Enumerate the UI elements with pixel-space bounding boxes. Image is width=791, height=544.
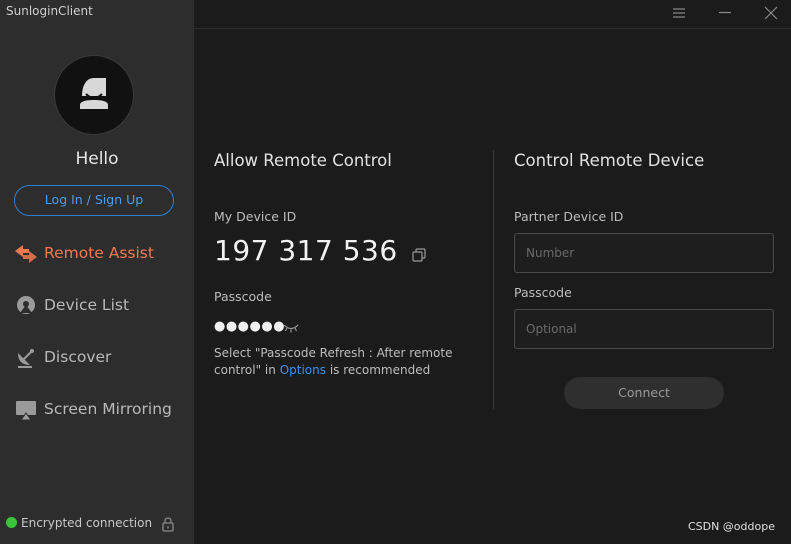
device-list-icon (17, 296, 35, 314)
control-remote-device-title: Control Remote Device (514, 151, 705, 170)
login-signup-button[interactable]: Log In / Sign Up (14, 185, 174, 216)
remote-passcode-input[interactable] (514, 309, 774, 349)
sidebar-item-label: Discover (44, 348, 112, 366)
connection-status-label: Encrypted connection (21, 516, 153, 530)
eye-closed-icon[interactable] (283, 322, 299, 334)
passcode-label: Passcode (214, 289, 272, 304)
connection-status: Encrypted connection (6, 516, 152, 530)
partner-device-id-label: Partner Device ID (514, 209, 624, 224)
sidebar-item-discover[interactable]: Discover (0, 338, 194, 378)
screen-mirroring-icon (16, 401, 36, 421)
close-icon[interactable] (761, 4, 781, 22)
hint-text-end: is recommended (326, 363, 431, 377)
user-avatar-icon (80, 78, 108, 109)
options-link[interactable]: Options (280, 363, 326, 377)
sidebar-item-device-list[interactable]: Device List (0, 286, 194, 326)
avatar[interactable] (54, 55, 134, 135)
sidebar-item-label: Screen Mirroring (44, 400, 172, 418)
title-bar (194, 0, 791, 29)
sidebar-item-remote-assist[interactable]: Remote Assist (0, 234, 194, 274)
minimize-icon[interactable] (715, 4, 735, 22)
satellite-dish-icon (18, 349, 34, 368)
remote-passcode-label: Passcode (514, 285, 572, 300)
allow-remote-control-title: Allow Remote Control (214, 151, 392, 170)
sidebar: SunloginClient Hello Log In / Sign Up Re… (0, 0, 194, 544)
connect-button[interactable]: Connect (564, 377, 724, 409)
sidebar-item-label: Device List (44, 296, 130, 314)
app-title: SunloginClient (6, 4, 93, 18)
watermark: CSDN @oddope (687, 520, 775, 533)
device-id-value: 197 317 536 (214, 234, 398, 267)
lock-icon[interactable] (161, 516, 175, 532)
passcode-hint: Select "Passcode Refresh : After remote … (214, 345, 464, 379)
copy-icon[interactable] (412, 248, 426, 262)
section-divider (493, 150, 494, 409)
passcode-value: ●●●●●● (214, 319, 286, 334)
sidebar-item-label: Remote Assist (44, 244, 154, 262)
sidebar-item-screen-mirroring[interactable]: Screen Mirroring (0, 390, 194, 430)
my-device-id-label: My Device ID (214, 209, 297, 224)
partner-device-id-input[interactable] (514, 233, 774, 273)
menu-icon[interactable] (669, 4, 689, 22)
greeting: Hello (75, 149, 119, 169)
remote-assist-icon (15, 245, 37, 263)
status-indicator (6, 517, 17, 528)
